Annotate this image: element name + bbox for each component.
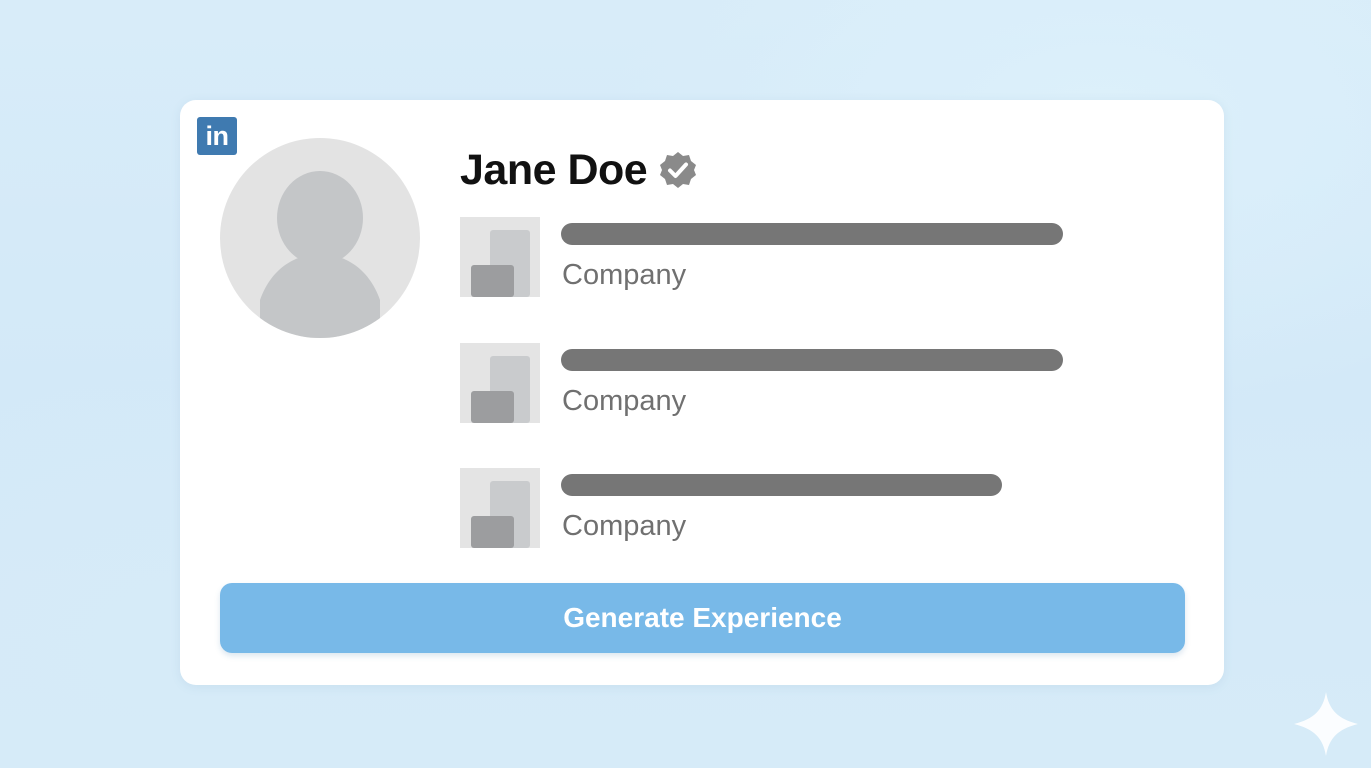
experience-item: Company <box>460 217 1080 297</box>
verified-badge-icon <box>660 152 697 188</box>
company-logo-icon <box>460 343 540 423</box>
avatar <box>220 138 420 338</box>
company-logo-front <box>471 265 514 297</box>
company-name: Company <box>562 510 687 542</box>
company-name: Company <box>562 259 687 291</box>
job-title-placeholder <box>561 223 1063 245</box>
experience-item: Company <box>460 468 1080 548</box>
sparkle-icon <box>1294 692 1358 756</box>
person-silhouette-icon <box>260 171 380 338</box>
company-logo-front <box>471 516 514 548</box>
name-row: Jane Doe <box>460 142 697 198</box>
company-name: Company <box>562 385 687 417</box>
experience-item: Company <box>460 343 1080 423</box>
linkedin-logo-icon: in <box>197 117 237 155</box>
profile-name: Jane Doe <box>460 145 648 194</box>
company-logo-front <box>471 391 514 423</box>
job-title-placeholder <box>561 474 1002 496</box>
company-logo-icon <box>460 217 540 297</box>
company-logo-icon <box>460 468 540 548</box>
generate-experience-button[interactable]: Generate Experience <box>220 583 1185 653</box>
job-title-placeholder <box>561 349 1063 371</box>
profile-card: in Jane Doe Company Company Company Gene… <box>180 100 1224 685</box>
